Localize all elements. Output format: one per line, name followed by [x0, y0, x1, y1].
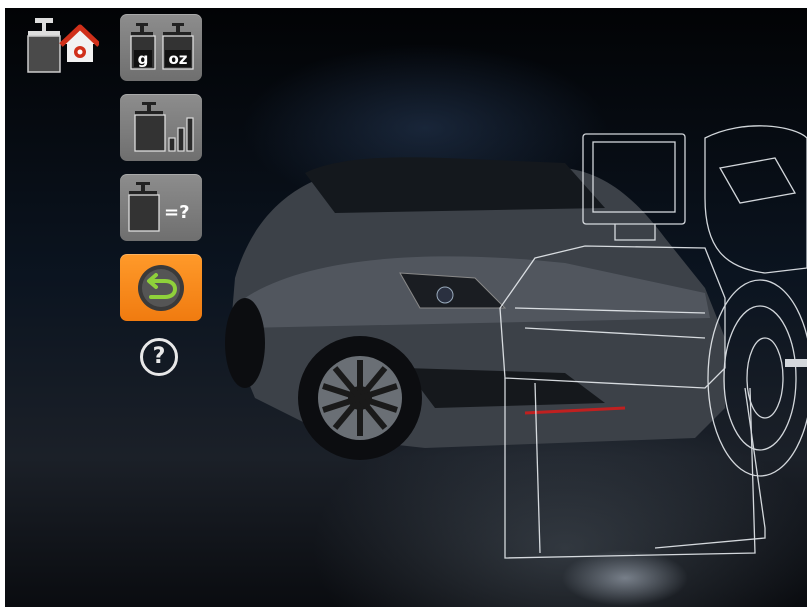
- weight-query-button[interactable]: =?: [120, 174, 202, 241]
- app-screen: g oz =? ?: [5, 8, 807, 607]
- weight-query-label: =?: [164, 202, 190, 223]
- weight-statistics-icon: [134, 102, 194, 152]
- weight-units-icon: g oz: [130, 23, 194, 70]
- help-button[interactable]: ?: [140, 338, 178, 376]
- help-icon: ?: [152, 344, 166, 369]
- weight-home-icon[interactable]: [25, 18, 99, 76]
- car-image: [225, 157, 725, 460]
- weight-statistics-button[interactable]: [120, 94, 202, 161]
- ounce-label: oz: [168, 50, 187, 68]
- weight-query-icon: =?: [128, 182, 190, 232]
- back-button[interactable]: [120, 254, 202, 321]
- units-button[interactable]: g oz: [120, 14, 202, 81]
- gram-label: g: [138, 50, 149, 68]
- back-arrow-icon: [138, 265, 184, 311]
